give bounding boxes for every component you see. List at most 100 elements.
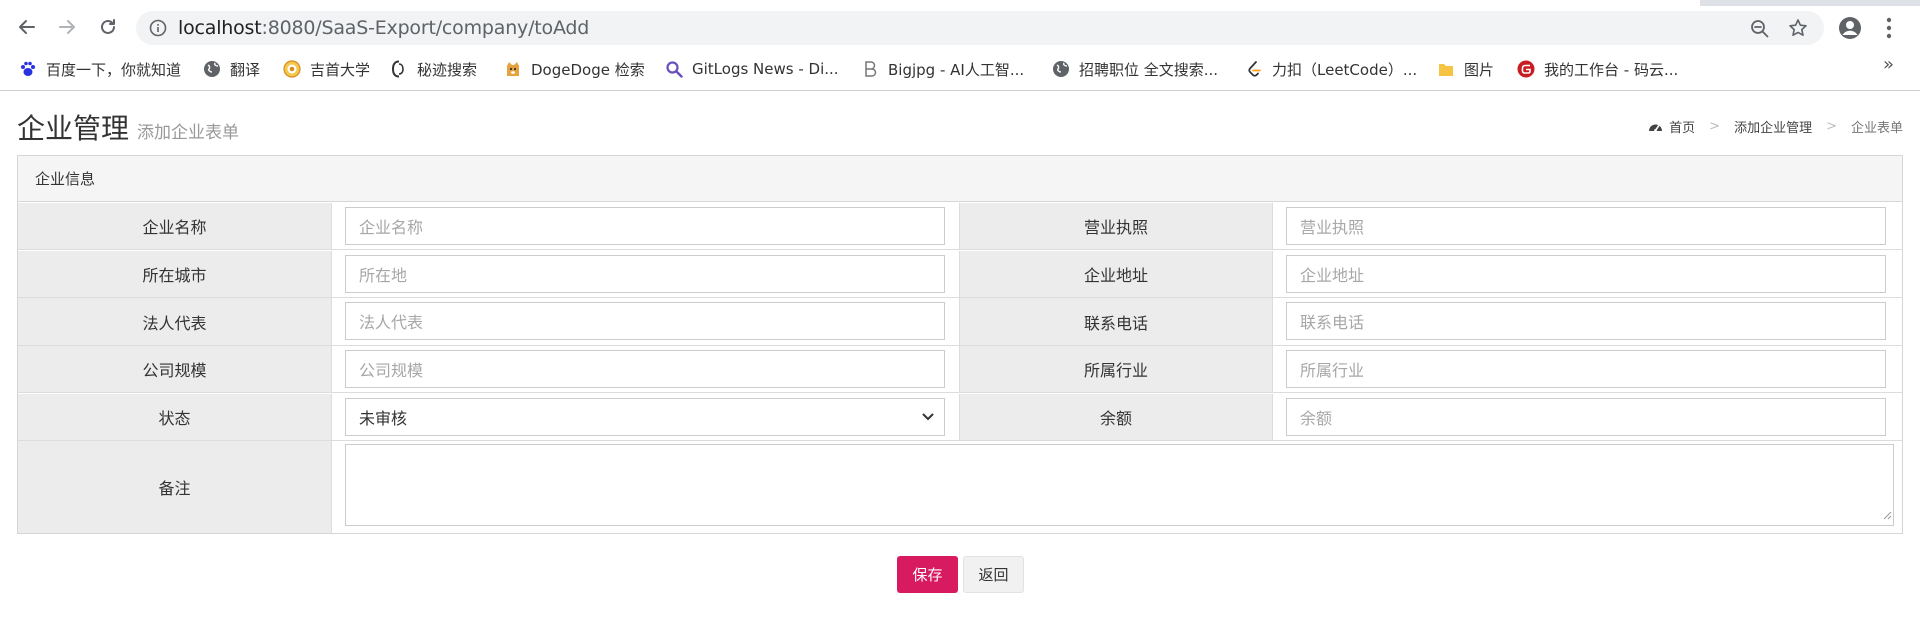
company-name-input[interactable]: 企业名称 bbox=[345, 207, 945, 245]
breadcrumb-add-company[interactable]: 添加企业管理 bbox=[1734, 117, 1812, 136]
kebab-menu-icon[interactable] bbox=[1886, 17, 1892, 43]
bookmark-label: 力扣（LeetCode）... bbox=[1272, 60, 1418, 79]
zoom-out-icon[interactable] bbox=[1750, 19, 1770, 43]
leetcode-icon bbox=[1245, 60, 1263, 78]
bookmark-label: DogeDoge 检索 bbox=[531, 60, 645, 79]
breadcrumb-home[interactable]: 首页 bbox=[1669, 117, 1695, 136]
bookmark-label: 翻译 bbox=[230, 60, 261, 79]
status-select[interactable]: 未审核 bbox=[345, 398, 945, 436]
label-company-size: 公司规模 bbox=[18, 346, 331, 392]
forward-arrow-icon[interactable] bbox=[52, 12, 82, 42]
bookmark-item[interactable]: 百度一下，你就知道 bbox=[19, 57, 181, 81]
industry-input[interactable]: 所属行业 bbox=[1286, 350, 1886, 388]
gitee-icon bbox=[1517, 60, 1535, 78]
folder-icon bbox=[1437, 60, 1455, 78]
url-text[interactable]: localhost:8080/SaaS-Export/company/toAdd bbox=[178, 11, 589, 45]
input-cell bbox=[331, 441, 1902, 533]
form-row: 状态 未审核 余额 余额 bbox=[18, 394, 1902, 441]
globe-icon bbox=[1052, 60, 1070, 78]
input-cell: 公司规模 bbox=[331, 346, 959, 392]
bookmark-star-icon[interactable] bbox=[1788, 18, 1808, 42]
browser-toolbar: localhost:8080/SaaS-Export/company/toAdd bbox=[0, 6, 1920, 49]
label-city: 所在城市 bbox=[18, 251, 331, 297]
dashboard-icon bbox=[1648, 120, 1663, 133]
phone-input[interactable]: 联系电话 bbox=[1286, 302, 1886, 340]
form-row-remark: 备注 bbox=[18, 441, 1902, 533]
company-form-panel: 企业信息 企业名称 企业名称 营业执照 营业执照 所在城市 所在地 企业地址 企… bbox=[17, 155, 1903, 534]
panel-header: 企业信息 bbox=[18, 156, 1902, 202]
reload-icon[interactable] bbox=[93, 12, 123, 42]
label-remark: 备注 bbox=[18, 441, 331, 533]
input-cell: 余额 bbox=[1272, 394, 1902, 440]
site-info-icon[interactable] bbox=[149, 19, 167, 41]
city-input[interactable]: 所在地 bbox=[345, 255, 945, 293]
company-size-input[interactable]: 公司规模 bbox=[345, 350, 945, 388]
page-title: 企业管理 bbox=[17, 112, 130, 145]
bookmark-label: 秘迹搜索 bbox=[417, 60, 478, 79]
legal-rep-input[interactable]: 法人代表 bbox=[345, 302, 945, 340]
input-cell: 未审核 bbox=[331, 394, 959, 440]
resize-grip-icon[interactable] bbox=[1882, 505, 1892, 524]
baidu-paw-icon bbox=[19, 60, 37, 78]
balance-input[interactable]: 余额 bbox=[1286, 398, 1886, 436]
save-button[interactable]: 保存 bbox=[897, 556, 958, 593]
bookmark-item[interactable]: GitLogs News - Di... bbox=[665, 57, 839, 81]
bookmark-item[interactable]: 图片 bbox=[1437, 57, 1494, 81]
form-row: 企业名称 企业名称 营业执照 营业执照 bbox=[18, 203, 1902, 250]
bigjpg-b-icon bbox=[861, 60, 879, 78]
input-cell: 联系电话 bbox=[1272, 298, 1902, 345]
remark-textarea[interactable] bbox=[345, 444, 1894, 526]
input-cell: 法人代表 bbox=[331, 298, 959, 345]
doge-icon bbox=[504, 60, 522, 78]
input-cell: 企业地址 bbox=[1272, 251, 1902, 297]
bookmark-item[interactable]: 秘迹搜索 bbox=[390, 57, 477, 81]
form-actions: 保存 返回 bbox=[897, 556, 1024, 593]
magnifier-icon bbox=[665, 60, 683, 78]
bookmark-item[interactable]: 力扣（LeetCode）... bbox=[1245, 57, 1417, 81]
globe-icon bbox=[203, 60, 221, 78]
label-company-name: 企业名称 bbox=[18, 203, 331, 249]
breadcrumb-separator: > bbox=[1709, 119, 1721, 134]
input-cell: 所在地 bbox=[331, 251, 959, 297]
bookmarks-overflow-chevron[interactable]: » bbox=[1883, 54, 1894, 75]
bookmark-label: 吉首大学 bbox=[310, 60, 371, 79]
form-row: 所在城市 所在地 企业地址 企业地址 bbox=[18, 251, 1902, 298]
page-subtitle: 添加企业表单 bbox=[137, 123, 239, 143]
bookmark-item[interactable]: 我的工作台 - 码云... bbox=[1517, 57, 1678, 81]
bookmark-item[interactable]: DogeDoge 检索 bbox=[504, 57, 645, 81]
university-logo-icon bbox=[283, 60, 301, 78]
form-row: 公司规模 公司规模 所属行业 所属行业 bbox=[18, 346, 1902, 393]
label-industry: 所属行业 bbox=[959, 346, 1272, 392]
bookmark-label: 我的工作台 - 码云... bbox=[1544, 60, 1679, 79]
account-avatar-icon[interactable] bbox=[1838, 16, 1862, 44]
label-phone: 联系电话 bbox=[959, 298, 1272, 345]
bookmark-label: 图片 bbox=[1464, 60, 1495, 79]
breadcrumb: 首页 > 添加企业管理 > 企业表单 bbox=[1648, 117, 1903, 136]
back-button[interactable]: 返回 bbox=[963, 556, 1024, 593]
label-balance: 余额 bbox=[959, 394, 1272, 440]
breadcrumb-separator: > bbox=[1826, 119, 1837, 134]
bookmark-item[interactable]: 吉首大学 bbox=[283, 57, 370, 81]
company-address-input[interactable]: 企业地址 bbox=[1286, 255, 1886, 293]
label-legal-rep: 法人代表 bbox=[18, 298, 331, 345]
input-cell: 营业执照 bbox=[1272, 203, 1902, 249]
breadcrumb-current: 企业表单 bbox=[1850, 121, 1903, 136]
bookmark-label: 百度一下，你就知道 bbox=[46, 60, 182, 79]
bookmark-item[interactable]: Bigjpg - AI人工智... bbox=[861, 57, 1024, 81]
business-license-input[interactable]: 营业执照 bbox=[1286, 207, 1886, 245]
label-business-license: 营业执照 bbox=[959, 203, 1272, 249]
back-arrow-icon[interactable] bbox=[12, 12, 42, 42]
form-row: 法人代表 法人代表 联系电话 联系电话 bbox=[18, 298, 1902, 346]
bookmark-item[interactable]: 翻译 bbox=[203, 57, 260, 81]
bookmarks-bar: 百度一下，你就知道 翻译 吉首大学 秘迹搜索 DogeDoge 检索 GitLo… bbox=[0, 49, 1920, 91]
input-cell: 所属行业 bbox=[1272, 346, 1902, 392]
bookmark-label: GitLogs News - Di... bbox=[692, 60, 839, 78]
bookmark-item[interactable]: 招聘职位 全文搜索... bbox=[1052, 57, 1218, 81]
chevron-down-icon bbox=[922, 413, 934, 421]
bookmark-label: 招聘职位 全文搜索... bbox=[1079, 60, 1219, 79]
url-path: :8080/SaaS-Export/company/toAdd bbox=[261, 17, 590, 39]
input-cell: 企业名称 bbox=[331, 203, 959, 249]
address-bar[interactable]: localhost:8080/SaaS-Export/company/toAdd bbox=[136, 11, 1824, 45]
label-status: 状态 bbox=[18, 394, 331, 440]
status-select-value: 未审核 bbox=[359, 409, 408, 428]
